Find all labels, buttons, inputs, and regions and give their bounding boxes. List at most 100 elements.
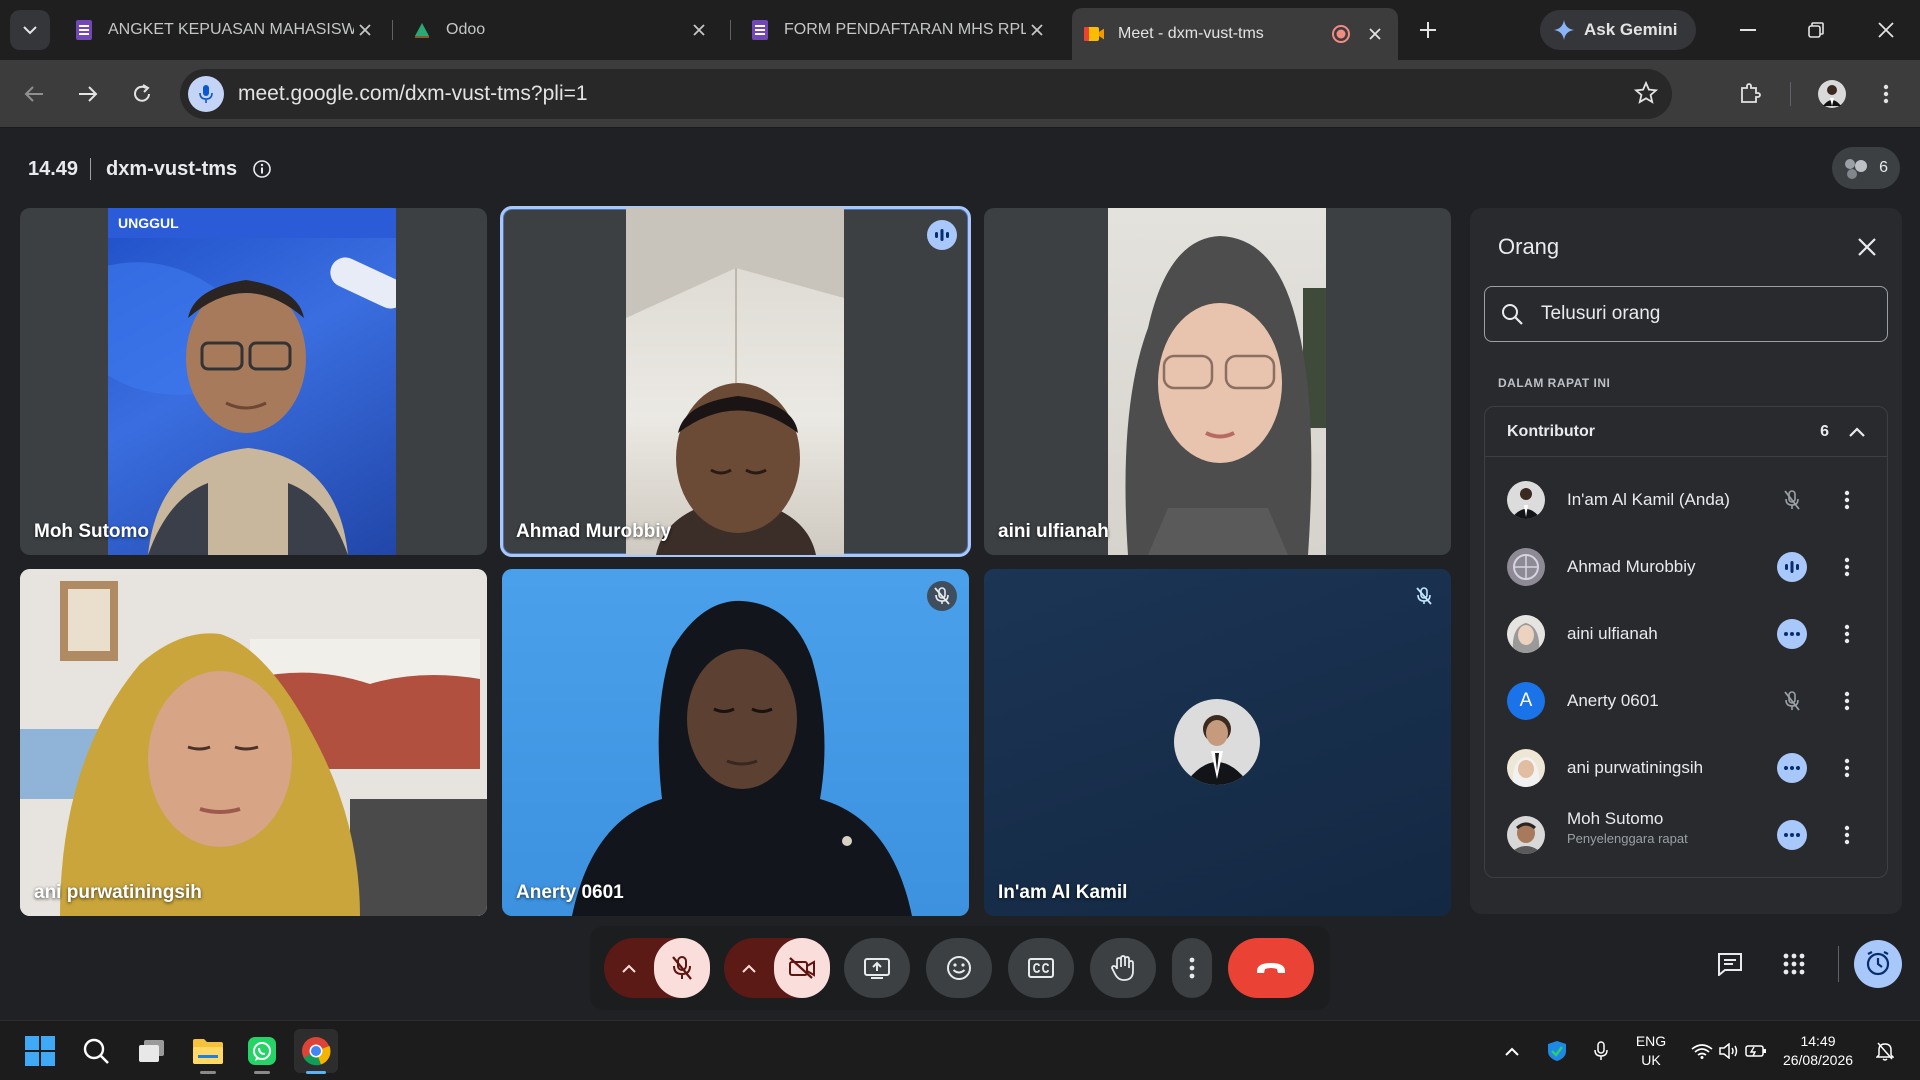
task-view-button[interactable]: [130, 1029, 174, 1073]
mic-off-icon: [927, 581, 957, 611]
tab-search-button[interactable]: [10, 10, 50, 50]
more-vertical-icon[interactable]: [1835, 820, 1859, 850]
video-tile-ahmad-murobbiy[interactable]: Ahmad Murobbiy: [500, 206, 971, 557]
participant-row-inam[interactable]: In'am Al Kamil (Anda): [1485, 466, 1887, 533]
leave-call-button[interactable]: [1228, 938, 1314, 998]
group-label: Kontributor: [1507, 422, 1595, 440]
raise-hand-button[interactable]: [1090, 938, 1156, 998]
video-tile-inam-al-kamil[interactable]: In'am Al Kamil: [984, 569, 1451, 916]
close-icon[interactable]: [1854, 234, 1880, 260]
people-search-input[interactable]: [1541, 303, 1861, 325]
notifications-button[interactable]: [1868, 1029, 1902, 1073]
participant-row-moh-sutomo[interactable]: Moh Sutomo Penyelenggara rapat: [1485, 801, 1887, 868]
microphone-icon[interactable]: [188, 76, 224, 112]
plus-icon: [1420, 22, 1436, 38]
speaking-indicator-icon: [1777, 551, 1807, 582]
start-button[interactable]: [18, 1029, 62, 1073]
tab-title: ANGKET KEPUASAN MAHASISWA: [108, 21, 354, 38]
person-video-image: [20, 569, 487, 916]
browser-tab-angket[interactable]: ANGKET KEPUASAN MAHASISWA: [62, 8, 388, 52]
security-tray-icon[interactable]: [1542, 1029, 1572, 1073]
meeting-clock: 14.49: [28, 158, 79, 180]
more-vertical-icon[interactable]: [1835, 552, 1859, 582]
more-vertical-icon[interactable]: [1835, 686, 1859, 716]
reactions-button[interactable]: [926, 938, 992, 998]
address-bar[interactable]: meet.google.com/dxm-vust-tms?pli=1: [180, 69, 1672, 119]
avatar: [1174, 699, 1260, 785]
forward-button[interactable]: [68, 74, 108, 114]
microphone-tray-icon[interactable]: [1586, 1029, 1616, 1073]
mic-control-group: [604, 938, 710, 998]
avatar: [1507, 480, 1545, 519]
hang-up-icon: [1257, 963, 1285, 973]
more-vertical-icon[interactable]: [1835, 485, 1859, 515]
video-options-button[interactable]: [724, 938, 774, 998]
header-divider: [90, 158, 91, 180]
bookmark-star-icon[interactable]: [1633, 80, 1659, 110]
toggle-camera-button[interactable]: [774, 938, 830, 998]
more-vertical-icon[interactable]: [1835, 619, 1859, 649]
more-vertical-icon[interactable]: [1835, 753, 1859, 783]
quick-settings-button[interactable]: [1684, 1029, 1774, 1073]
file-explorer-button[interactable]: [186, 1029, 230, 1074]
activities-button[interactable]: [1770, 940, 1818, 988]
participant-name: aini ulfianah: [998, 521, 1109, 542]
info-icon[interactable]: [252, 159, 272, 179]
host-controls-button[interactable]: [1854, 940, 1902, 988]
participant-name: aini ulfianah: [1567, 623, 1658, 643]
browser-tab-meet[interactable]: Meet - dxm-vust-tms: [1072, 8, 1398, 60]
close-icon[interactable]: [1364, 23, 1386, 45]
close-window-button[interactable]: [1858, 10, 1914, 50]
person-video-image: UNGGUL: [108, 208, 396, 555]
video-tile-ani-purwatiningsih[interactable]: ani purwatiningsih: [20, 569, 487, 916]
input-language[interactable]: ENG UK: [1628, 1032, 1674, 1070]
minimize-button[interactable]: [1720, 10, 1776, 50]
captions-button[interactable]: [1008, 938, 1074, 998]
video-tile-aini-ulfianah[interactable]: aini ulfianah: [984, 208, 1451, 555]
participant-video: [20, 569, 487, 916]
chevron-down-icon: [23, 26, 37, 35]
volume-icon: [1719, 1043, 1738, 1059]
participants-chip[interactable]: 6: [1832, 147, 1900, 189]
contributors-group-header[interactable]: Kontributor 6: [1485, 407, 1887, 457]
tab-title: Odoo: [446, 21, 486, 38]
toggle-microphone-button[interactable]: [654, 938, 710, 998]
chat-button[interactable]: [1706, 940, 1754, 988]
participant-row-ani[interactable]: ani purwatiningsih: [1485, 734, 1887, 801]
close-icon[interactable]: [354, 19, 376, 41]
chrome-button[interactable]: [294, 1029, 338, 1074]
panel-title: Orang: [1498, 234, 1560, 259]
forms-icon: [750, 20, 770, 40]
restore-button[interactable]: [1788, 10, 1844, 50]
browser-menu-button[interactable]: [1866, 74, 1906, 114]
avatar: [1507, 547, 1545, 586]
search-button[interactable]: [74, 1029, 118, 1073]
extensions-button[interactable]: [1730, 74, 1770, 114]
more-options-button[interactable]: [1172, 938, 1212, 998]
new-tab-button[interactable]: [1412, 14, 1444, 46]
people-search[interactable]: [1484, 286, 1888, 342]
participant-name: ani purwatiningsih: [1567, 757, 1704, 777]
gemini-sparkle-icon: [1554, 20, 1574, 40]
browser-tab-strip: ANGKET KEPUASAN MAHASISWA Odoo FORM PEND…: [0, 0, 1920, 60]
close-icon[interactable]: [688, 19, 710, 41]
clock[interactable]: 14:49 26/08/2026: [1780, 1032, 1856, 1070]
show-hidden-icons-button[interactable]: [1500, 1029, 1524, 1073]
profile-avatar[interactable]: [1812, 74, 1852, 114]
video-tile-moh-sutomo[interactable]: UNGGUL Moh Sutomo: [20, 208, 487, 555]
close-icon[interactable]: [1026, 19, 1048, 41]
participant-row-anerty[interactable]: A Anerty 0601: [1485, 667, 1887, 734]
participant-name: In'am Al Kamil: [998, 882, 1128, 903]
reload-button[interactable]: [122, 74, 162, 114]
participant-row-aini[interactable]: aini ulfianah: [1485, 600, 1887, 667]
browser-tab-odoo[interactable]: Odoo: [400, 8, 722, 52]
back-button[interactable]: [14, 74, 54, 114]
browser-toolbar: meet.google.com/dxm-vust-tms?pli=1: [0, 60, 1920, 128]
video-tile-anerty-0601[interactable]: Anerty 0601: [502, 569, 969, 916]
audio-options-button[interactable]: [604, 938, 654, 998]
whatsapp-button[interactable]: [240, 1029, 284, 1074]
participant-row-ahmad[interactable]: Ahmad Murobbiy: [1485, 533, 1887, 600]
present-screen-button[interactable]: [844, 938, 910, 998]
browser-tab-form-pendaftaran[interactable]: FORM PENDAFTARAN MHS RPL - (: [738, 8, 1060, 52]
ask-gemini-button[interactable]: Ask Gemini: [1540, 10, 1696, 50]
